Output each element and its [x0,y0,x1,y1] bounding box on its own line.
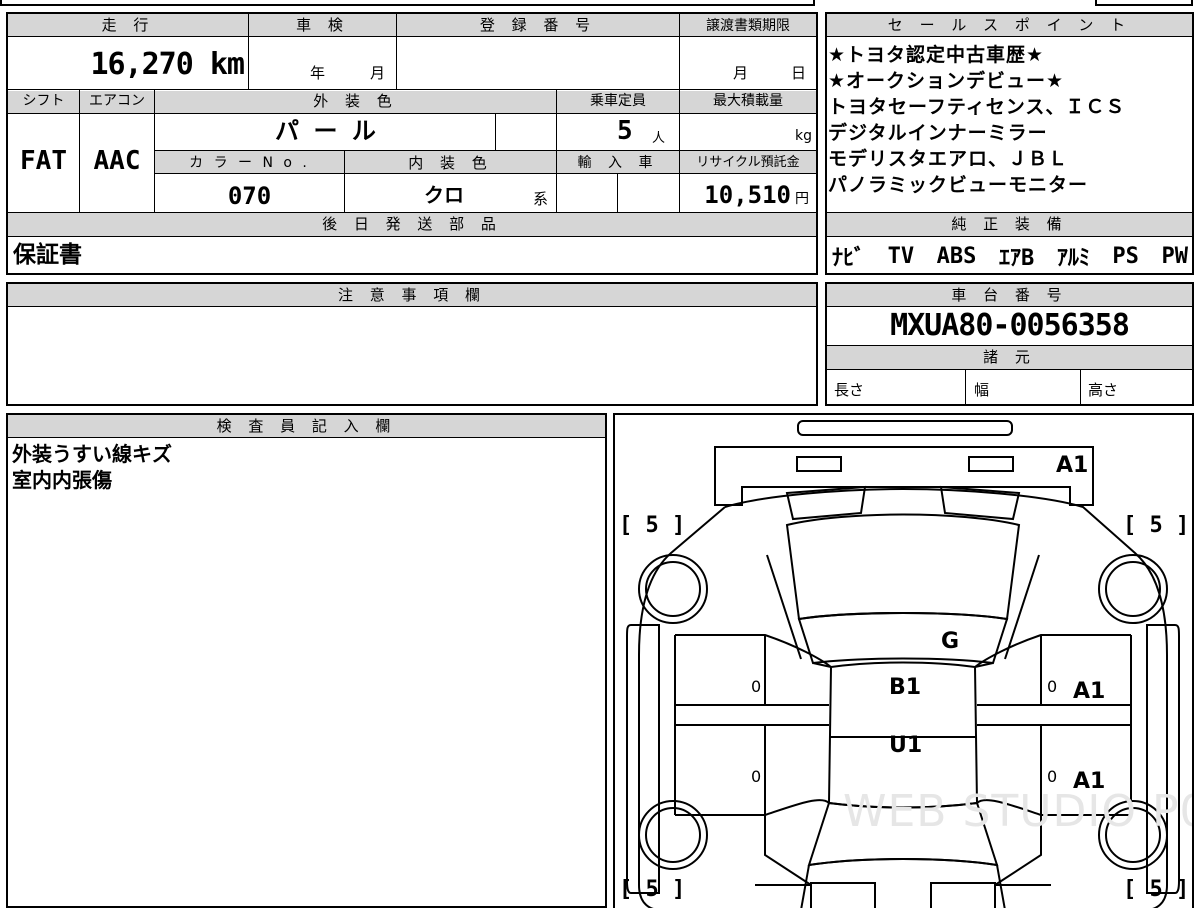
chassis-label: 車 台 番 号 [951,286,1068,304]
inspector-note-line: 外装うすい線キズ [12,442,172,466]
spec-height: 高さ [1088,381,1119,399]
door-count-left-rear: 0 [751,767,762,786]
exterior-color-label: 外 装 色 [313,92,398,110]
damage-mark-roof-rear: U1 [889,733,923,758]
damage-mark-right-front-door: A1 [1073,679,1106,704]
sales-point-item: ★トヨタ認定中古車歴★ [828,44,1045,66]
aircon-label: エアコン [89,93,145,109]
capacity-label: 乗車定員 [590,93,646,109]
equipment-item: ｱﾙﾐ [1056,246,1090,271]
equipment-item: PS [1112,243,1139,269]
sales-point-label: セ ー ル ス ポ イ ン ト [887,16,1132,34]
watermark: WEB STUDIO P0 [843,786,1194,837]
import-label: 輸 入 車 [577,155,659,171]
sales-point-item: モデリスタエアロ、ＪＢＬ [828,148,1069,170]
transfer-month-unit: 月 [733,64,749,82]
transfer-deadline-label: 譲渡書類期限 [706,18,790,34]
recycle-label: リサイクル預託金 [696,155,800,170]
door-count-right-front: 0 [1047,677,1058,696]
later-parts-label: 後 日 発 送 部 品 [322,215,502,233]
tire-front-left: [ 5 ] [619,513,686,538]
sales-point-item: デジタルインナーミラー [828,122,1048,144]
damage-mark-windshield: G [941,629,960,654]
equipment-item: TV [887,243,915,269]
recycle-fee-value: 10,510 [704,181,791,209]
shift-value: FAT [20,146,67,176]
tire-front-right: [ 5 ] [1123,513,1190,538]
transfer-day-unit: 日 [791,64,807,82]
equipment-item: ABS [936,243,977,269]
spec-width: 幅 [974,381,990,399]
spec-length: 長さ [834,381,865,399]
damage-mark-right-rear-door: A1 [1073,769,1106,794]
damage-mark-front: A1 [1056,453,1089,478]
door-count-left-front: 0 [751,677,762,696]
inspection-year-unit: 年 [310,64,326,82]
equipment-item: PW [1161,243,1189,269]
interior-color-label: 内 装 色 [408,154,493,172]
sales-point-list: ★トヨタ認定中古車歴★ ★オークションデビュー★ トヨタセーフティセンス、ＩＣＳ… [828,46,1192,202]
specs-label: 諸 元 [983,348,1036,366]
mileage-label: 走 行 [101,16,155,34]
exterior-color-value: パ ー ル [275,117,376,145]
shift-label: シフト [22,93,65,109]
door-count-right-rear: 0 [1047,767,1058,786]
later-parts-value: 保証書 [13,242,82,268]
sales-point-item: トヨタセーフティセンス、ＩＣＳ [828,96,1126,118]
sales-point-item: ★オークションデビュー★ [828,70,1065,92]
equipment-item: ｴｱB [999,246,1035,271]
max-load-unit: kg [795,128,812,144]
chassis-number: MXUA80-0056358 [890,308,1130,343]
interior-color-value: クロ [424,183,464,207]
max-load-label: 最大積載量 [713,93,783,109]
top-cutoff-strip-right [1095,0,1193,6]
genuine-equipment-list: ﾅﾋﾞ TV ABS ｴｱB ｱﾙﾐ PS PW [832,242,1189,272]
damage-mark-roof-front: B1 [889,675,922,700]
capacity-value: 5 [617,116,633,146]
inspection-label: 車 検 [296,16,349,34]
equipment-item: ﾅﾋﾞ [832,246,866,271]
tire-rear-left: [ 5 ] [619,877,686,902]
inspector-label: 検 査 員 記 入 欄 [216,417,397,435]
top-cutoff-strip [0,0,815,6]
inspection-month-unit: 月 [370,64,386,82]
recycle-fee-unit: 円 [795,191,809,207]
sales-point-item: パノラミックビューモニター [828,174,1089,196]
color-no-value: 070 [227,182,272,210]
capacity-unit: 人 [652,131,666,146]
genuine-equipment-label: 純 正 装 備 [951,215,1068,233]
notes-label: 注 意 事 項 欄 [337,286,487,304]
registration-label: 登 録 番 号 [479,16,597,34]
aircon-value: AAC [93,146,141,176]
mileage-value: 16,270 km [90,47,245,82]
inspector-note-line: 室内内張傷 [12,468,112,492]
tire-rear-right: [ 5 ] [1123,877,1190,902]
color-no-label: カ ラ ー N o . [189,155,310,171]
vehicle-damage-diagram: WEB STUDIO P0 [ 5 ] [ 5 ] [ 5 ] [ 5 ] A1… [613,413,1194,908]
interior-color-suffix: 系 [533,190,549,208]
